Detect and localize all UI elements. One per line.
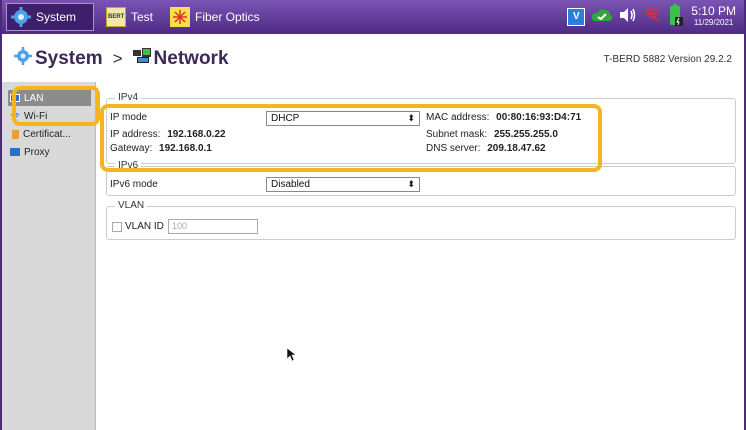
page-header: System > Network T-BERD 5882 Version 29.… xyxy=(2,34,744,82)
speaker-icon[interactable] xyxy=(619,7,637,28)
sidebar-item-lan[interactable]: LAN xyxy=(8,90,91,106)
mac-address: MAC address: 00:80:16:93:D4:71 xyxy=(426,112,582,123)
version-label: T-BERD 5882 Version 29.2.2 xyxy=(603,54,732,65)
gear-icon xyxy=(11,7,31,27)
ip-mode-select[interactable]: DHCP ⬍ xyxy=(266,111,420,126)
ipv4-legend: IPv4 xyxy=(115,92,142,103)
fiber-icon xyxy=(170,7,190,27)
page-title: Network xyxy=(153,48,229,69)
dns-server: DNS server: 209.18.47.62 xyxy=(426,143,546,154)
wifi-icon xyxy=(10,112,20,120)
vlan-id-input[interactable]: 100 xyxy=(168,219,258,234)
breadcrumb-separator: > xyxy=(112,49,123,68)
sidebar-item-certificates[interactable]: Certificat... xyxy=(8,126,91,142)
ipv6-mode-label: IPv6 mode xyxy=(110,179,158,190)
mouse-cursor-icon xyxy=(286,347,297,367)
sidebar-item-label: Proxy xyxy=(24,146,50,158)
tab-system-label: System xyxy=(36,10,77,24)
sidebar-item-label: Wi-Fi xyxy=(24,110,48,122)
ip-address: IP address: 192.168.0.22 xyxy=(110,129,226,140)
select-arrow-icon: ⬍ xyxy=(407,113,415,123)
gateway: Gateway: 192.168.0.1 xyxy=(110,143,212,154)
tab-fiber-optics-label: Fiber Optics xyxy=(195,10,260,24)
proxy-icon xyxy=(10,148,20,156)
vlan-legend: VLAN xyxy=(115,200,148,211)
cloud-icon[interactable] xyxy=(591,7,613,28)
subnet-mask: Subnet mask: 255.255.255.0 xyxy=(426,129,558,140)
ipv6-group: IPv6 xyxy=(106,160,736,196)
ipv6-legend: IPv6 xyxy=(115,160,142,171)
wifi-off-icon[interactable] xyxy=(643,7,661,28)
tab-fiber-optics[interactable]: Fiber Optics xyxy=(166,3,266,31)
vlan-checkbox[interactable] xyxy=(112,222,122,232)
tab-system[interactable]: System xyxy=(6,3,94,31)
sidebar-item-wifi[interactable]: Wi-Fi xyxy=(8,108,91,124)
breadcrumb-system[interactable]: System xyxy=(35,48,103,70)
clock: 5:10 PM 11/29/2021 xyxy=(691,4,736,27)
sidebar-item-label: Certificat... xyxy=(23,128,71,140)
v-badge-icon[interactable]: V xyxy=(567,8,586,26)
sidebar-item-proxy[interactable]: Proxy xyxy=(8,144,91,160)
ipv6-mode-select[interactable]: Disabled ⬍ xyxy=(266,177,420,192)
sidebar: LAN Wi-Fi Certificat... Proxy xyxy=(2,82,96,430)
status-area: V 5:10 PM 11/29/2021 xyxy=(567,0,744,34)
select-arrow-icon: ⬍ xyxy=(407,179,415,189)
battery-icon xyxy=(667,3,684,31)
vlan-id-label: VLAN ID xyxy=(125,221,164,232)
certificate-icon xyxy=(12,129,19,139)
bert-icon: BERT xyxy=(106,7,126,27)
sidebar-item-label: LAN xyxy=(24,92,44,104)
main-panel: IPv4 IP mode DHCP ⬍ MAC address: 00:80:1… xyxy=(98,82,744,430)
network-icon xyxy=(132,48,151,70)
top-bar: System BERT Test Fiber Optics V 5:10 PM … xyxy=(2,0,744,34)
app-window: System BERT Test Fiber Optics V 5:10 PM … xyxy=(0,0,746,430)
lan-icon xyxy=(10,94,20,102)
tab-test[interactable]: BERT Test xyxy=(102,3,162,31)
ip-mode-label: IP mode xyxy=(110,112,148,123)
tab-test-label: Test xyxy=(131,10,154,24)
breadcrumb: System > Network xyxy=(14,47,229,71)
system-gear-icon xyxy=(14,47,32,71)
